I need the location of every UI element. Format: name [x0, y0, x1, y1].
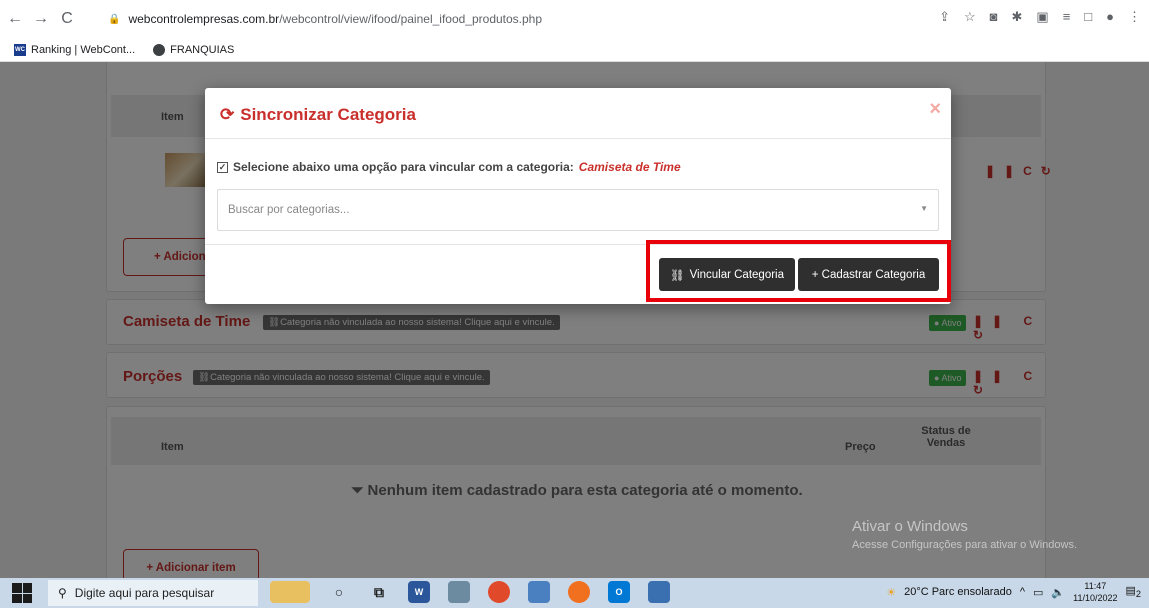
- webcontrol-favicon-icon: WC: [14, 43, 26, 56]
- windows-start-icon[interactable]: [12, 583, 32, 603]
- checkbox-icon: ✓: [217, 161, 228, 173]
- firefox-icon[interactable]: [568, 581, 590, 603]
- sidebar-icon[interactable]: □: [1084, 9, 1092, 25]
- app-icon[interactable]: [528, 581, 550, 603]
- selected-category: Camiseta de Time: [578, 160, 681, 174]
- extensions-icon[interactable]: ✱: [1011, 9, 1022, 25]
- forward-icon[interactable]: →: [30, 10, 52, 28]
- reading-list-icon[interactable]: ≡: [1063, 9, 1071, 25]
- chrome-icon[interactable]: [488, 581, 510, 603]
- notification-icon[interactable]: ▤2: [1126, 584, 1142, 599]
- task-view-icon[interactable]: ⧉: [368, 581, 390, 603]
- menu-icon[interactable]: ⋮: [1128, 9, 1141, 25]
- system-tray: ☀ 20°C Parc ensolarado ^ ▭ 🔈 11:47 11/10…: [886, 580, 1141, 604]
- category-search-select[interactable]: Buscar por categorias... ▼: [217, 189, 939, 231]
- url-host: webcontrolempresas.com.br: [128, 12, 280, 26]
- close-icon[interactable]: ×: [929, 98, 941, 121]
- cortana-icon[interactable]: ○: [328, 581, 350, 603]
- weather-text[interactable]: 20°C Parc ensolarado: [904, 586, 1012, 598]
- app-icon[interactable]: [648, 581, 670, 603]
- word-icon[interactable]: W: [408, 581, 430, 603]
- highlight-box: [646, 240, 951, 302]
- windows-activation-watermark: Ativar o Windows Acesse Configurações pa…: [852, 518, 1077, 551]
- browser-toolbar: ← → C 🔒 webcontrolempresas.com.br /webco…: [0, 0, 1149, 38]
- bookmark-ranking[interactable]: WC Ranking | WebCont...: [14, 43, 136, 56]
- widgets-icon[interactable]: [270, 581, 310, 603]
- cast-icon[interactable]: ▣: [1036, 9, 1048, 25]
- instruction-text: ✓ Selecione abaixo uma opção para vincul…: [217, 160, 681, 174]
- bookmark-label: FRANQUIAS: [170, 43, 235, 56]
- weather-icon: ☀: [886, 586, 897, 599]
- taskbar-search[interactable]: ⚲ Digite aqui para pesquisar: [48, 580, 258, 606]
- outlook-icon[interactable]: O: [608, 581, 630, 603]
- app-icon[interactable]: [448, 581, 470, 603]
- back-icon[interactable]: ←: [4, 10, 26, 28]
- network-icon[interactable]: ▭: [1033, 586, 1043, 599]
- sync-icon: ⟳: [220, 105, 235, 124]
- profile-icon[interactable]: ●: [1106, 9, 1114, 25]
- chevron-down-icon: ▼: [920, 204, 928, 213]
- lock-icon: 🔒: [108, 13, 121, 25]
- share-icon[interactable]: ⇪: [939, 9, 950, 25]
- windows-taskbar: ⚲ Digite aqui para pesquisar ○ ⧉ W O ☀ 2…: [0, 578, 1149, 608]
- search-icon: ⚲: [58, 586, 67, 600]
- bookmark-franquias[interactable]: FRANQUIAS: [153, 43, 235, 56]
- modal-title: ⟳ Sincronizar Categoria: [220, 105, 416, 124]
- clock[interactable]: 11:47 11/10/2022: [1073, 580, 1117, 604]
- taskbar-apps: ○ ⧉ W O: [270, 581, 670, 603]
- toolbar-icons: ⇪ ☆ ◙ ✱ ▣ ≡ □ ● ⋮: [939, 9, 1141, 25]
- globe-icon: [153, 43, 166, 56]
- chevron-up-icon[interactable]: ^: [1020, 586, 1025, 598]
- bookmark-label: Ranking | WebCont...: [31, 43, 136, 56]
- star-icon[interactable]: ☆: [964, 9, 976, 25]
- address-bar[interactable]: 🔒 webcontrolempresas.com.br /webcontrol/…: [108, 5, 876, 33]
- divider: [205, 138, 951, 139]
- url-path: /webcontrol/view/ifood/painel_ifood_prod…: [279, 12, 543, 26]
- camera-icon[interactable]: ◙: [990, 9, 998, 25]
- volume-icon[interactable]: 🔈: [1051, 586, 1065, 599]
- reload-icon[interactable]: C: [56, 10, 78, 28]
- bookmarks-bar: WC Ranking | WebCont... FRANQUIAS: [0, 38, 1149, 62]
